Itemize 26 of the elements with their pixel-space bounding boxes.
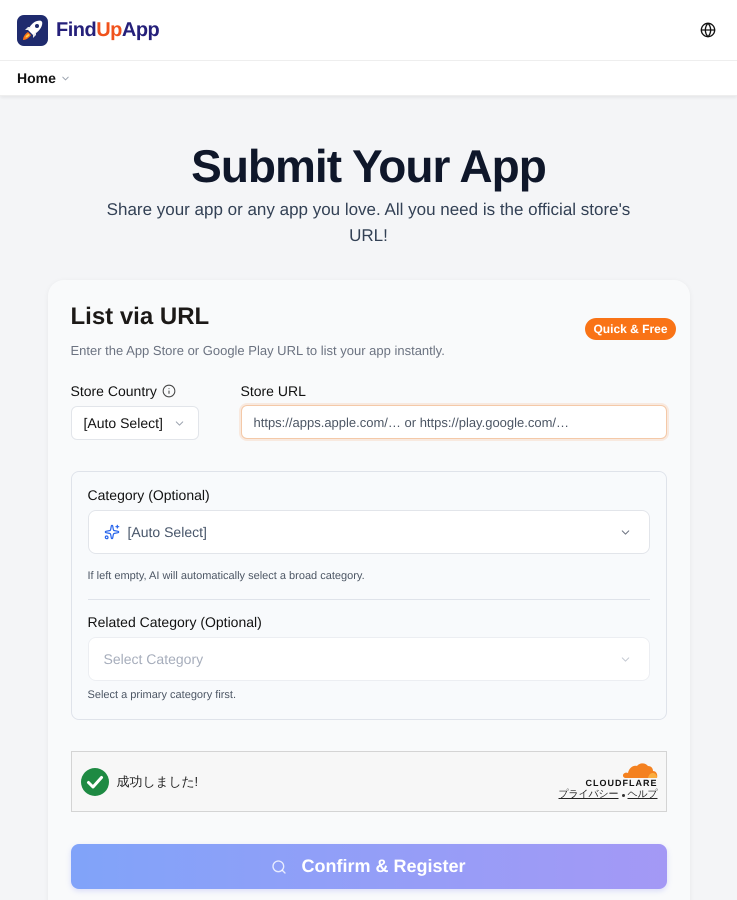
field-label: Store Country <box>70 382 157 401</box>
rocket-logo-icon <box>17 14 48 46</box>
field-hint: If left empty, AI will automatically select a broad category. <box>88 569 366 584</box>
page-subtitle: Share your app or any app you love. All you need is the official store's URL! <box>106 199 632 247</box>
captcha-link[interactable]: ヘルプ <box>628 789 658 801</box>
globe-icon <box>700 22 716 38</box>
nav-item[interactable]: Home <box>17 68 71 88</box>
brand-name[interactable]: FindUpApp <box>56 20 160 40</box>
store-url-input[interactable]: https://apps.apple.com/… or https://play.google.com/… <box>240 405 666 439</box>
card-title: List via URL <box>70 302 210 332</box>
category-select[interactable]: [Auto Select] <box>88 510 650 554</box>
info-icon[interactable] <box>162 384 176 398</box>
card-description: Enter the App Store or Google Play URL to list your app instantly. <box>70 342 446 360</box>
store-country-select[interactable]: [Auto Select] <box>70 406 198 440</box>
cloudflare-wordmark[interactable]: CLOUDFLARE <box>586 778 658 789</box>
search-icon <box>271 858 288 874</box>
captcha-message: 成功しました! <box>116 772 198 791</box>
cloud-icon <box>622 762 658 778</box>
sparkles-icon <box>104 524 120 540</box>
page-title: Submit Your App <box>191 140 546 192</box>
field-label: Store URL <box>240 382 307 401</box>
quick-free-badge: Quick & Free <box>585 318 676 340</box>
field-hint: Select a primary category first. <box>88 688 238 703</box>
field-label: Related Category (Optional) <box>88 613 263 632</box>
captcha-link[interactable]: プライバシー <box>558 789 618 801</box>
field-label: Category (Optional) <box>88 486 211 505</box>
